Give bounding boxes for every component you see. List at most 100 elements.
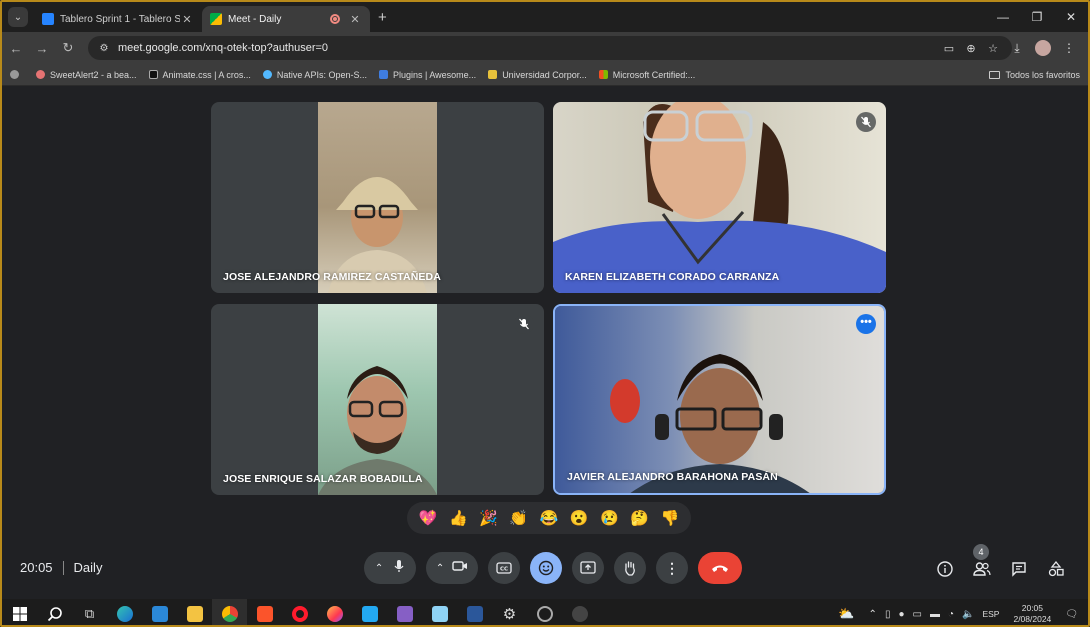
address-bar[interactable]: ⚙ meet.google.com/xnq-otek-top?authuser=… [88, 36, 1012, 60]
visual-studio-icon[interactable] [387, 599, 422, 625]
language-indicator[interactable]: ESP [982, 609, 999, 619]
all-bookmarks[interactable]: Todos los favoritos [989, 64, 1080, 86]
mic-tray-icon[interactable]: ● [898, 609, 904, 620]
file-explorer-icon[interactable] [177, 599, 212, 625]
minimize-icon[interactable]: — [986, 2, 1020, 32]
bookmark-item[interactable]: Universidad Corpor... [488, 70, 587, 80]
reaction-thumbs-down[interactable]: 👎 [661, 511, 680, 526]
close-tab-icon[interactable]: ✕ [180, 13, 194, 26]
opera-icon[interactable] [282, 599, 317, 625]
reaction-thinking[interactable]: 🤔 [630, 511, 649, 526]
back-icon[interactable]: ← [4, 41, 28, 56]
bookmark-star-icon[interactable]: ☆ [982, 42, 1004, 55]
mail-icon[interactable] [142, 599, 177, 625]
reaction-thumbs-up[interactable]: 👍 [449, 511, 468, 526]
weather-icon[interactable]: ⛅ [838, 606, 854, 622]
mic-button-group: ⌃ [364, 552, 416, 584]
captions-button[interactable]: CC [488, 552, 520, 584]
word-icon[interactable] [457, 599, 492, 625]
leave-call-button[interactable] [698, 552, 742, 584]
reaction-clap[interactable]: 👏 [509, 511, 528, 526]
sweetalert-icon [36, 70, 45, 79]
jira-icon [42, 13, 54, 25]
firefox-icon[interactable] [317, 599, 352, 625]
app-icon[interactable] [527, 599, 562, 625]
camera-button-group: ⌃ [426, 552, 478, 584]
brave-icon[interactable] [247, 599, 282, 625]
windows-start-icon[interactable] [2, 599, 37, 625]
reaction-laugh[interactable]: 😂 [540, 511, 559, 526]
camera-icon[interactable]: ▭ [938, 42, 960, 55]
wifi-icon[interactable]: ◔ [948, 609, 954, 620]
university-icon [488, 70, 498, 79]
video-camera-icon[interactable] [452, 559, 468, 577]
notepad-icon[interactable] [422, 599, 457, 625]
participant-video [555, 306, 884, 493]
download-icon[interactable]: ⤓ [1004, 41, 1030, 56]
mic-off-icon [514, 314, 534, 334]
clock[interactable]: 20:05 2/08/2024 [1013, 603, 1051, 625]
tab-tablero[interactable]: Tablero Sprint 1 - Tablero STA - ✕ [34, 6, 202, 32]
participant-tile[interactable]: JOSE ALEJANDRO RAMIREZ CASTAÑEDA [211, 102, 544, 293]
forward-icon[interactable]: → [30, 41, 54, 56]
search-icon[interactable] [37, 599, 72, 625]
reaction-surprised[interactable]: 😮 [570, 511, 589, 526]
site-info-icon[interactable]: ⚙ [94, 43, 114, 54]
mic-off-icon [856, 112, 876, 132]
side-controls: 4 [926, 544, 1074, 581]
meeting-details-button[interactable] [926, 561, 963, 577]
close-tab-icon[interactable]: ✕ [348, 13, 362, 26]
svg-text:CC: CC [500, 567, 508, 573]
microphone-icon[interactable] [393, 559, 405, 578]
bookmark-item[interactable]: Plugins | Awesome... [378, 70, 476, 80]
reaction-heart[interactable]: 💖 [419, 511, 438, 526]
people-button[interactable]: 4 [963, 544, 1000, 577]
app-icon-dark[interactable] [562, 599, 597, 625]
vscode-icon[interactable] [352, 599, 387, 625]
close-window-icon[interactable]: ✕ [1054, 2, 1088, 32]
more-options-button[interactable]: ⋮ [656, 552, 688, 584]
activities-button[interactable] [1037, 561, 1074, 577]
participant-video [318, 102, 437, 293]
edge-icon[interactable] [107, 599, 142, 625]
bookmark-item[interactable]: Native APIs: Open-S... [262, 70, 367, 80]
raise-hand-button[interactable] [614, 552, 646, 584]
chrome-icon[interactable] [212, 599, 247, 625]
bookmark-item[interactable]: SweetAlert2 - a bea... [36, 70, 137, 80]
zoom-icon[interactable]: ⊕ [960, 42, 982, 55]
meet-stage: JOSE ALEJANDRO RAMIREZ CASTAÑEDA KAREN E… [2, 87, 1088, 599]
reactions-button[interactable] [530, 552, 562, 584]
participant-tile[interactable]: KAREN ELIZABETH CORADO CARRANZA [553, 102, 886, 293]
apps-icon[interactable] [10, 70, 24, 79]
reaction-party[interactable]: 🎉 [479, 511, 498, 526]
present-button[interactable] [572, 552, 604, 584]
chat-button[interactable] [1000, 561, 1037, 577]
tab-search-icon[interactable]: ⌄ [8, 7, 28, 27]
camera-options-chevron-icon[interactable]: ⌃ [436, 563, 444, 574]
participant-tile[interactable]: JOSE ENRIQUE SALAZAR BOBADILLA [211, 304, 544, 495]
mic-options-chevron-icon[interactable]: ⌃ [375, 563, 383, 574]
new-tab-icon[interactable]: + [378, 9, 387, 26]
bookmark-item[interactable]: Animate.css | A cros... [148, 70, 251, 80]
reload-icon[interactable]: ↻ [56, 40, 80, 56]
tab-meet[interactable]: Meet - Daily ✕ [202, 6, 370, 32]
menu-icon[interactable]: ⋮ [1056, 41, 1082, 55]
reaction-sad[interactable]: 😢 [600, 511, 619, 526]
restore-icon[interactable]: ❐ [1020, 2, 1054, 32]
task-view-icon[interactable]: ⧉ [72, 599, 107, 625]
volume-icon[interactable]: 🔈 [962, 609, 974, 620]
profile-avatar[interactable] [1035, 40, 1051, 56]
display-icon[interactable]: ▭ [913, 609, 922, 620]
device-icon[interactable]: ▯ [885, 609, 891, 620]
url-text[interactable]: meet.google.com/xnq-otek-top?authuser=0 [118, 42, 328, 54]
settings-icon[interactable]: ⚙ [492, 599, 527, 625]
meet-icon [210, 13, 222, 25]
chat-icon [1011, 562, 1026, 577]
bookmark-item[interactable]: Microsoft Certified:... [598, 70, 695, 80]
notifications-icon[interactable]: 🗨 [1065, 609, 1078, 620]
chevron-up-icon[interactable]: ⌃ [869, 609, 877, 620]
battery-icon[interactable]: ▬ [930, 609, 940, 620]
screen-frame: ⌄ Tablero Sprint 1 - Tablero STA - ✕ Mee… [0, 0, 1090, 627]
more-options-icon[interactable]: ••• [856, 314, 876, 334]
participant-tile-active-speaker[interactable]: ••• JAVIER ALEJANDRO BARAHONA PASÁN [553, 304, 886, 495]
